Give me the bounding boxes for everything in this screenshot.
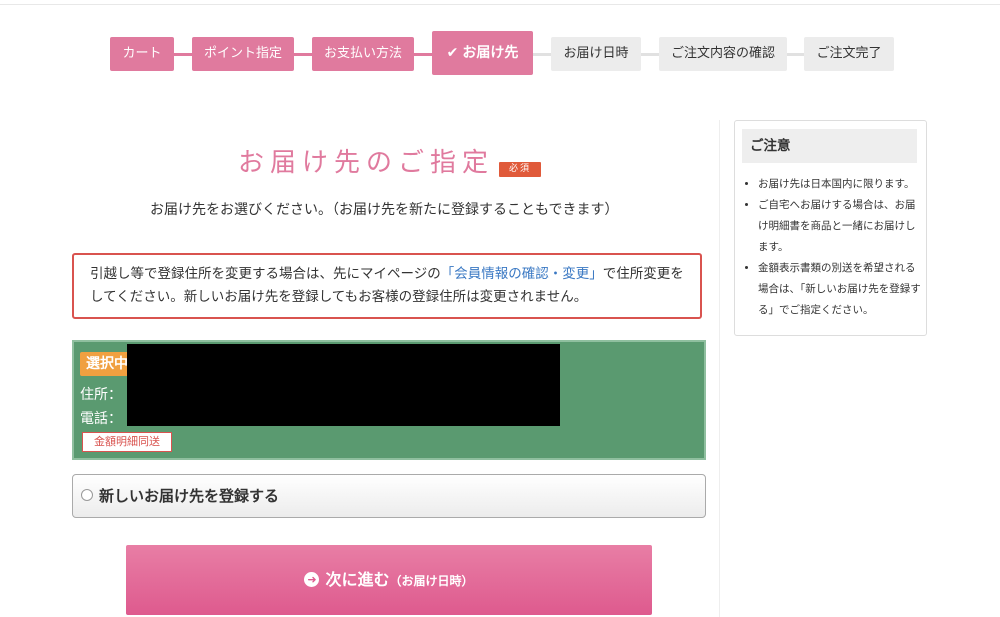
step-delivery-date: お届け日時 <box>551 37 641 71</box>
caution-list: お届け先は日本国内に限ります。 ご自宅へお届けする場合は、お届け明細書を商品と一… <box>742 174 922 321</box>
required-badge: 必須 <box>499 162 541 177</box>
notice-text-before: 引越し等で登録住所を変更する場合は、先にマイページの <box>90 266 441 282</box>
step-connector <box>414 53 432 56</box>
step-connector <box>641 53 659 56</box>
step-payment[interactable]: お支払い方法 <box>312 37 414 71</box>
list-item: 金額表示書類の別送を希望される場合は、「新しいお届け先を登録する」でご指定くださ… <box>758 258 922 321</box>
step-connector <box>533 53 551 56</box>
step-cart[interactable]: カート <box>110 37 174 71</box>
step-connector <box>174 53 192 56</box>
checkout-steps: カート ポイント指定 お支払い方法 ✔ お届け先 お届け日時 ご注文内容の確認 ご… <box>0 0 1000 90</box>
radio-button[interactable] <box>81 489 93 501</box>
caution-heading: ご注意 <box>742 129 917 163</box>
selected-badge: 選択中 <box>80 352 132 376</box>
page-title: お届け先のご指定 <box>238 148 495 178</box>
tel-label: 電話： <box>80 411 122 427</box>
address-label: 住所： <box>80 387 122 403</box>
arrow-right-icon: ➜ <box>304 571 320 587</box>
step-order-complete: ご注文完了 <box>804 37 894 71</box>
new-address-label: 新しいお届け先を登録する <box>99 487 280 505</box>
step-points[interactable]: ポイント指定 <box>192 37 294 71</box>
next-button-label: 次に進む <box>325 570 390 589</box>
redacted-block <box>127 344 560 426</box>
step-label: お届け先 <box>462 45 519 61</box>
next-button[interactable]: ➜ 次に進む（お届け日時） <box>126 545 652 615</box>
step-order-confirm: ご注文内容の確認 <box>659 37 787 71</box>
column-divider <box>719 120 720 617</box>
address-change-notice: 引越し等で登録住所を変更する場合は、先にマイページの「会員情報の確認・変更」で住… <box>72 253 702 319</box>
list-item: ご自宅へお届けする場合は、お届け明細書を商品と一緒にお届けします。 <box>758 195 922 258</box>
member-info-link[interactable]: 「会員情報の確認・変更」 <box>441 266 603 282</box>
step-connector <box>294 53 312 56</box>
step-connector <box>787 53 804 56</box>
step-delivery-address: ✔ お届け先 <box>432 31 533 75</box>
new-address-option[interactable]: 新しいお届け先を登録する <box>72 474 706 518</box>
page-subtitle: お届け先をお選びください。（お届け先を新たに登録することもできます） <box>150 202 619 218</box>
list-item: お届け先は日本国内に限ります。 <box>758 174 922 195</box>
amount-statement-tag: 金額明細同送 <box>82 432 172 452</box>
next-button-sub: （お届け日時） <box>389 574 474 588</box>
check-icon: ✔ <box>446 45 459 61</box>
